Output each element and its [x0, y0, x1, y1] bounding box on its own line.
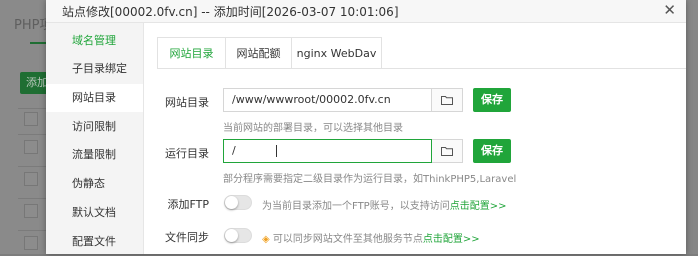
site-dir-hint: 当前网站的部署目录，可以选择其他目录: [223, 123, 403, 134]
sync-hint: ◈ 可以同步网站文件至其他服务节点点击配置>>: [262, 230, 480, 245]
run-dir-browse-button[interactable]: [432, 139, 463, 163]
site-dir-save-button[interactable]: 保存: [473, 88, 511, 112]
toggle-knob: [225, 229, 238, 242]
dialog-sidebar: 域名管理 子目录绑定 网站目录 访问限制 流量限制 伪静态 默认文档 配置文件: [46, 23, 144, 254]
sidebar-item-site-dir[interactable]: 网站目录: [46, 84, 143, 112]
folder-icon: [441, 147, 453, 156]
folder-icon: [441, 96, 453, 105]
sidebar-item-traffic-limit[interactable]: 流量限制: [46, 141, 143, 169]
sidebar-item-config-file[interactable]: 配置文件: [46, 228, 143, 256]
tab-site-quota[interactable]: 网站配额: [226, 38, 292, 69]
dialog-title: 站点修改[00002.0fv.cn] -- 添加时间[2026-03-07 10…: [62, 5, 399, 19]
site-edit-dialog: 站点修改[00002.0fv.cn] -- 添加时间[2026-03-07 10…: [46, 0, 686, 254]
tab-site-dir[interactable]: 网站目录: [158, 38, 226, 69]
background-checkbox: [24, 172, 38, 186]
background-divider: [18, 166, 48, 167]
background-divider: [18, 230, 48, 231]
text-cursor: [276, 145, 277, 157]
sync-hint-text: 可以同步网站文件至其他服务节点: [272, 234, 423, 245]
sidebar-item-rewrite[interactable]: 伪静态: [46, 170, 143, 198]
background-checkbox: [24, 112, 38, 126]
sidebar-item-access-limit[interactable]: 访问限制: [46, 113, 143, 141]
background-checkbox: [24, 140, 38, 154]
sync-toggle[interactable]: [224, 228, 252, 243]
ftp-config-link[interactable]: 点击配置>>: [450, 201, 507, 212]
sidebar-item-default-doc[interactable]: 默认文档: [46, 199, 143, 227]
toggle-knob: [225, 196, 238, 209]
ftp-toggle[interactable]: [224, 195, 252, 210]
lightbulb-icon: ◈: [262, 234, 270, 245]
run-dir-input[interactable]: /: [223, 139, 432, 163]
ftp-hint: 为当前目录添加一个FTP账号，以支持访问点击配置>>: [262, 197, 506, 212]
background-divider: [18, 108, 48, 109]
run-dir-hint: 部分程序需要指定二级目录作为运行目录，如ThinkPHP5,Laravel: [223, 174, 517, 185]
background-checkbox: [24, 204, 38, 218]
sync-label: 文件同步: [165, 231, 209, 244]
site-dir-label: 网站目录: [165, 96, 209, 109]
sync-config-link[interactable]: 点击配置>>: [423, 234, 480, 245]
site-dir-browse-button[interactable]: [432, 88, 463, 112]
tab-bar: 网站目录 网站配额 nginx WebDav: [157, 37, 382, 69]
sidebar-item-subdir[interactable]: 子目录绑定: [46, 55, 143, 83]
tab-webdav[interactable]: nginx WebDav: [292, 38, 381, 69]
dialog-header: 站点修改[00002.0fv.cn] -- 添加时间[2026-03-07 10…: [46, 0, 686, 23]
run-dir-save-button[interactable]: 保存: [473, 139, 511, 163]
run-dir-label: 运行目录: [165, 147, 209, 160]
tab-divider: [157, 68, 686, 69]
background-checkbox: [24, 236, 38, 250]
site-dir-input[interactable]: /www/wwwroot/00002.0fv.cn: [223, 88, 432, 112]
sidebar-item-domain[interactable]: 域名管理: [46, 27, 143, 55]
background-scrollbar: [686, 30, 698, 254]
background-divider: [18, 134, 48, 135]
close-icon[interactable]: ✕: [663, 1, 676, 19]
background-divider: [18, 198, 48, 199]
ftp-hint-text: 为当前目录添加一个FTP账号，以支持访问: [262, 201, 450, 212]
ftp-label: 添加FTP: [167, 198, 210, 211]
